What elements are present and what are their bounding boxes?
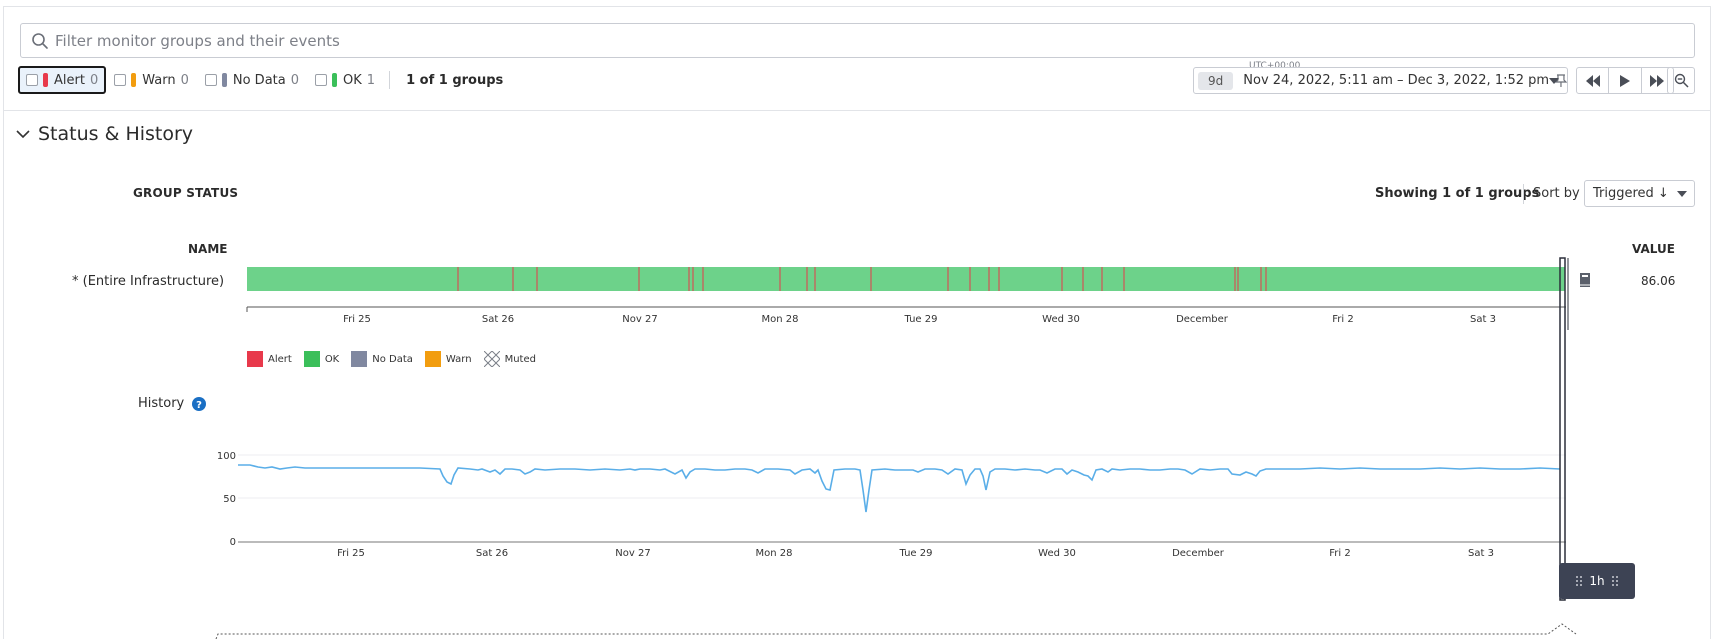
- help-icon[interactable]: ?: [192, 397, 206, 411]
- name-column-header: NAME: [188, 242, 228, 256]
- status-bar[interactable]: [247, 267, 1565, 291]
- zoom-out-button[interactable]: [1667, 67, 1695, 94]
- filter-label: Alert: [54, 72, 85, 88]
- time-range-picker[interactable]: 9d Nov 24, 2022, 5:11 am – Dec 3, 2022, …: [1193, 67, 1568, 94]
- legend-item-alert: Alert: [247, 351, 292, 367]
- legend-swatch: [247, 351, 263, 367]
- status-history-toggle[interactable]: Status & History: [16, 122, 193, 146]
- legend-swatch: [424, 351, 441, 367]
- alert-swatch: [43, 73, 48, 87]
- rewind-icon: [1585, 74, 1600, 87]
- filter-alert[interactable]: Alert 0: [18, 66, 107, 94]
- no-data-swatch: [221, 73, 227, 87]
- legend-label: Warn: [445, 353, 472, 365]
- page-frame: [3, 6, 1711, 639]
- time-range-text: Nov 24, 2022, 5:11 am – Dec 3, 2022, 1:5…: [1243, 73, 1550, 88]
- time-navigation: [1576, 67, 1674, 94]
- notebook-icon[interactable]: [1578, 272, 1592, 288]
- filter-label: OK: [343, 72, 362, 88]
- alert-checkbox[interactable]: [26, 74, 38, 86]
- grip-icon: [1611, 576, 1618, 586]
- search-input-container[interactable]: [20, 23, 1695, 58]
- sort-value: Triggered ↓: [1593, 186, 1669, 201]
- legend-item-ok: OK: [303, 351, 340, 367]
- filter-count: 0: [290, 72, 300, 88]
- legend-label: No Data: [372, 353, 413, 365]
- rewind-button[interactable]: [1577, 68, 1610, 93]
- value-column-header: VALUE: [1632, 242, 1675, 256]
- legend-item-muted: Muted: [483, 351, 536, 367]
- group-status-label: GROUP STATUS: [133, 186, 239, 200]
- search-icon: [32, 33, 48, 49]
- grip-icon: [1576, 576, 1583, 586]
- time-window-handle[interactable]: 1h: [1559, 563, 1635, 599]
- filter-count: 0: [89, 72, 99, 88]
- status-legend: Alert OK No Data Warn Muted: [247, 351, 548, 367]
- chevron-down-icon: [16, 129, 30, 138]
- warn-swatch: [131, 73, 137, 87]
- sort-by-label: Sort by: [1533, 186, 1580, 201]
- legend-label: OK: [324, 353, 340, 365]
- warn-checkbox[interactable]: [114, 74, 127, 86]
- chevron-down-icon: [1677, 191, 1687, 197]
- svg-text:?: ?: [196, 400, 202, 411]
- filter-count: 1: [366, 72, 376, 88]
- status-filters: Alert 0 Warn 0 No Data 0 OK 1 1 of 1 gro…: [18, 66, 503, 94]
- legend-swatch: [351, 351, 368, 367]
- legend-label: Muted: [504, 353, 536, 365]
- legend-item-no-data: No Data: [351, 351, 413, 367]
- filter-warn[interactable]: Warn 0: [106, 66, 197, 94]
- divider: [1523, 184, 1524, 204]
- muted-pattern-icon: [483, 351, 500, 367]
- divider: [4, 110, 1710, 111]
- filter-ok[interactable]: OK 1: [307, 66, 383, 94]
- filter-label: Warn: [142, 72, 176, 88]
- showing-count: Showing 1 of 1 groups: [1375, 186, 1540, 201]
- legend-swatch: [303, 351, 320, 367]
- group-name[interactable]: * (Entire Infrastructure): [72, 274, 224, 289]
- sort-select[interactable]: Triggered ↓: [1584, 180, 1695, 207]
- filter-label: No Data: [232, 72, 286, 88]
- history-label: History: [138, 396, 185, 411]
- legend-label: Alert: [268, 353, 292, 365]
- filter-divider: [389, 71, 391, 89]
- chevron-down-icon: [1549, 78, 1559, 84]
- section-title: Status & History: [38, 123, 194, 145]
- no-data-checkbox[interactable]: [204, 74, 217, 86]
- window-size-label: 1h: [1589, 574, 1605, 588]
- zoom-out-icon: [1674, 73, 1689, 88]
- filter-no-data[interactable]: No Data 0: [197, 66, 307, 94]
- legend-item-warn: Warn: [424, 351, 472, 367]
- search-input[interactable]: [55, 26, 1655, 55]
- ok-swatch: [332, 73, 338, 87]
- group-value: 86.06: [1641, 274, 1676, 288]
- groups-count: 1 of 1 groups: [406, 72, 504, 88]
- time-span-badge: 9d: [1198, 71, 1234, 90]
- ok-checkbox[interactable]: [315, 74, 328, 86]
- filter-count: 0: [180, 72, 189, 88]
- play-button[interactable]: [1609, 68, 1642, 93]
- play-icon: [1619, 74, 1630, 87]
- fast-forward-icon: [1650, 74, 1665, 87]
